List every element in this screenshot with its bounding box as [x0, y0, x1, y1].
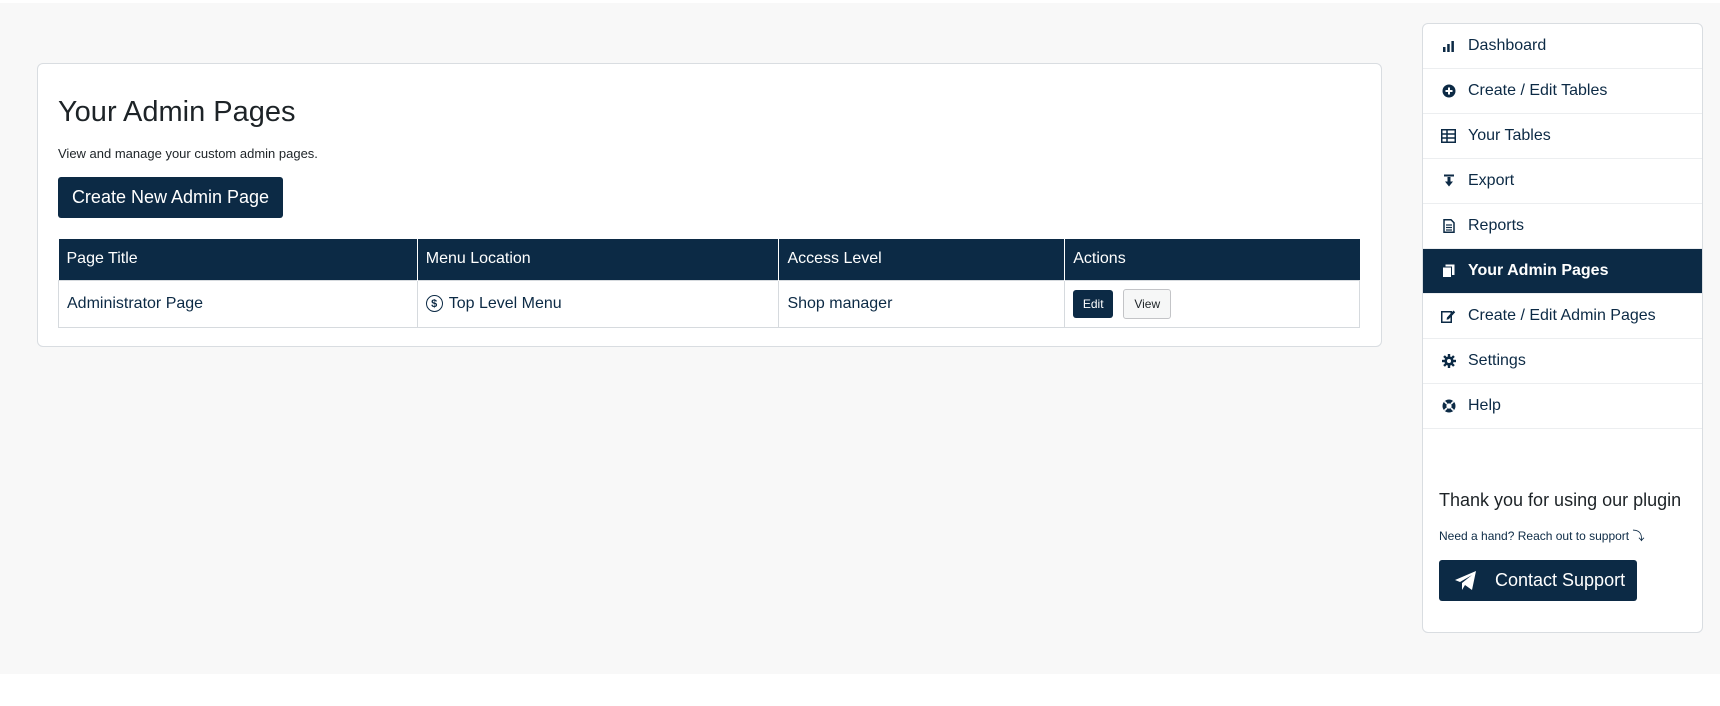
sidebar-item-label: Export [1468, 172, 1515, 189]
sidebar-item-label: Help [1468, 397, 1501, 414]
dollar-circle-icon: $ [425, 295, 443, 312]
document-icon [1441, 219, 1456, 234]
plus-circle-icon [1441, 84, 1456, 99]
edit-page-icon [1441, 309, 1456, 324]
sidebar-item-label: Create / Edit Admin Pages [1468, 307, 1656, 324]
table-header-row: Page Title Menu Location Access Level Ac… [58, 239, 1360, 280]
sidebar-item-label: Create / Edit Tables [1468, 82, 1608, 99]
table-row: Administrator Page $ Top Level Menu Shop… [58, 279, 1360, 328]
sidebar-item-label: Dashboard [1468, 37, 1547, 54]
sidebar-item-create-edit-tables[interactable]: Create / Edit Tables [1423, 69, 1702, 114]
sidebar-item-label: Your Tables [1468, 127, 1551, 144]
column-header-page-title[interactable]: Page Title [58, 239, 418, 280]
page-description: View and manage your custom admin pages. [58, 146, 318, 161]
sidebar-item-export[interactable]: Export [1423, 159, 1702, 204]
sidebar: Dashboard Create / Edit Tables Your Tabl… [1422, 23, 1703, 633]
contact-support-label: Contact Support [1495, 570, 1626, 590]
lifebuoy-icon [1441, 399, 1456, 414]
cell-access-level: Shop manager [778, 279, 1066, 328]
menu-location-label: Top Level Menu [448, 294, 562, 312]
sidebar-item-help[interactable]: Help [1423, 384, 1702, 429]
column-header-menu-location[interactable]: Menu Location [417, 239, 780, 280]
sidebar-item-your-admin-pages[interactable]: Your Admin Pages [1423, 249, 1702, 294]
bar-chart-icon [1441, 39, 1456, 54]
download-icon [1441, 174, 1456, 189]
sidebar-item-create-edit-admin-pages[interactable]: Create / Edit Admin Pages [1423, 294, 1702, 339]
sidebar-item-label: Your Admin Pages [1468, 262, 1609, 279]
page-title: Your Admin Pages [58, 96, 296, 128]
pages-icon [1441, 264, 1456, 279]
cell-menu-location: $ Top Level Menu [416, 279, 780, 328]
sidebar-item-dashboard[interactable]: Dashboard [1423, 24, 1702, 69]
thanks-message: Thank you for using our plugin [1439, 490, 1682, 510]
cell-page-title: Administrator Page [58, 279, 418, 328]
column-header-access-level[interactable]: Access Level [778, 239, 1066, 280]
admin-pages-table: Page Title Menu Location Access Level Ac… [58, 239, 1360, 328]
sidebar-item-settings[interactable]: Settings [1423, 339, 1702, 384]
gear-icon [1441, 354, 1456, 369]
sidebar-item-your-tables[interactable]: Your Tables [1423, 114, 1702, 159]
edit-button[interactable]: Edit [1073, 289, 1114, 318]
table-icon [1441, 129, 1456, 144]
create-admin-page-button[interactable]: Create New Admin Page [58, 177, 283, 218]
contact-support-button[interactable]: Contact Support [1439, 560, 1637, 601]
view-button[interactable]: View [1123, 288, 1172, 319]
sidebar-item-label: Reports [1468, 217, 1525, 234]
column-header-actions: Actions [1064, 239, 1360, 280]
paper-plane-icon [1455, 570, 1477, 591]
cell-actions: Edit View [1064, 279, 1360, 328]
support-prompt: Need a hand? Reach out to support ⤵ [1439, 529, 1645, 543]
sidebar-item-label: Settings [1468, 352, 1526, 369]
sidebar-item-reports[interactable]: Reports [1423, 204, 1702, 249]
admin-pages-card: Your Admin Pages View and manage your cu… [37, 63, 1382, 347]
page-background: Your Admin Pages View and manage your cu… [0, 3, 1720, 674]
